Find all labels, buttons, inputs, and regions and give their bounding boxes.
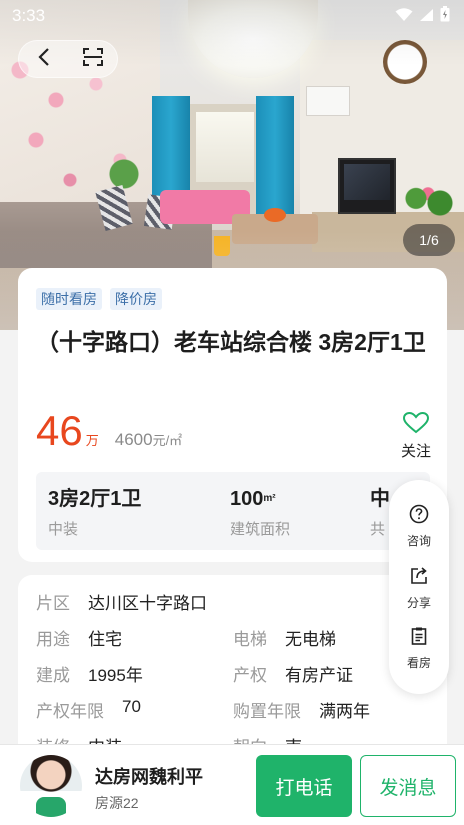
detail-label: 建成 [36, 666, 70, 685]
unit-price: 4600元/㎡ [115, 430, 182, 450]
share-label: 分享 [406, 596, 431, 610]
stat-label: 共 [370, 521, 386, 538]
detail-value: 70 [122, 697, 141, 716]
stat-area: 100m² 建筑面积 [230, 486, 290, 539]
detail-value: 有房产证 [285, 666, 353, 685]
battery-icon [440, 6, 450, 26]
listing-title: （十字路口）老车站综合楼 3房2厅1卫 [36, 329, 426, 355]
price-row: 46 万 4600元/㎡ [36, 408, 182, 454]
share-button[interactable]: 分享 [389, 566, 449, 611]
detail-elevator: 电梯 无电梯 [233, 625, 336, 650]
consult-button[interactable]: 咨询 [389, 504, 449, 549]
heart-icon [402, 411, 430, 438]
agent-listing-count: 房源22 [95, 795, 139, 811]
unit-price-suffix: 元/㎡ [152, 433, 183, 448]
listing-summary-card: 随时看房 降价房 （十字路口）老车站综合楼 3房2厅1卫 46 万 4600元/… [18, 268, 447, 562]
question-circle-icon [409, 504, 429, 528]
detail-value: 无电梯 [285, 630, 336, 649]
key-stats: 3房2厅1卫 中装 100m² 建筑面积 中 共 [36, 472, 430, 550]
detail-value: 1995年 [88, 666, 143, 685]
wifi-icon [395, 7, 413, 26]
viewing-button[interactable]: 看房 [389, 626, 449, 671]
total-price: 46 [36, 407, 83, 454]
image-counter: 1/6 [403, 224, 455, 256]
stat-label: 建筑面积 [230, 521, 291, 538]
detail-label: 片区 [36, 594, 70, 613]
detail-label: 购置年限 [233, 702, 301, 721]
call-button[interactable]: 打电话 [256, 755, 352, 817]
scan-icon [82, 48, 103, 70]
stat-value: 中 [370, 488, 390, 510]
agent-name[interactable]: 达房网魏利平 [95, 763, 203, 789]
floating-action-panel: 咨询 分享 看房 [389, 480, 449, 694]
detail-value: 住宅 [88, 630, 122, 649]
detail-ownership: 产权 有房产证 [233, 661, 353, 686]
detail-label: 产权年限 [36, 702, 104, 721]
total-price-unit: 万 [85, 433, 99, 448]
agent-contact-bar: 达房网魏利平 房源22 打电话 发消息 [0, 744, 464, 825]
follow-button[interactable]: 关注 [398, 411, 434, 461]
tag: 降价房 [110, 288, 162, 310]
stat-area-number: 100 [230, 488, 264, 510]
avatar[interactable] [20, 755, 82, 817]
stat-value: 3房2厅1卫 [48, 488, 142, 510]
detail-ownership-years: 产权年限 70 [36, 697, 141, 722]
detail-purchase-years: 购置年限 满两年 [233, 697, 370, 722]
unit-price-value: 4600 [114, 430, 153, 449]
tag-list: 随时看房 降价房 [36, 288, 162, 310]
stat-label: 中装 [48, 521, 79, 538]
detail-usage: 用途 住宅 [36, 625, 122, 650]
top-nav-pill [18, 40, 118, 78]
share-icon [409, 566, 429, 590]
stat-area-unit: m² [263, 493, 276, 504]
detail-label: 产权 [233, 666, 267, 685]
stat-floor: 中 共 [370, 486, 390, 539]
follow-label: 关注 [400, 443, 431, 460]
viewing-label: 看房 [406, 656, 431, 670]
tag: 随时看房 [36, 288, 102, 310]
back-button[interactable] [19, 40, 68, 78]
stat-layout: 3房2厅1卫 中装 [48, 486, 141, 539]
message-button[interactable]: 发消息 [360, 755, 456, 817]
stat-value: 100m² [230, 486, 290, 512]
detail-value: 满两年 [319, 702, 370, 721]
status-bar: 3:33 [0, 0, 464, 32]
detail-value: 达川区十字路口 [88, 594, 207, 613]
scan-button[interactable] [68, 40, 117, 78]
detail-label: 电梯 [233, 630, 267, 649]
detail-district: 片区 达川区十字路口 [36, 589, 207, 614]
signal-icon [419, 7, 434, 26]
detail-built: 建成 1995年 [36, 661, 143, 686]
consult-label: 咨询 [406, 534, 431, 548]
detail-label: 用途 [36, 630, 70, 649]
status-time: 3:33 [12, 6, 46, 25]
clipboard-icon [409, 626, 429, 650]
chevron-left-icon [37, 48, 51, 70]
